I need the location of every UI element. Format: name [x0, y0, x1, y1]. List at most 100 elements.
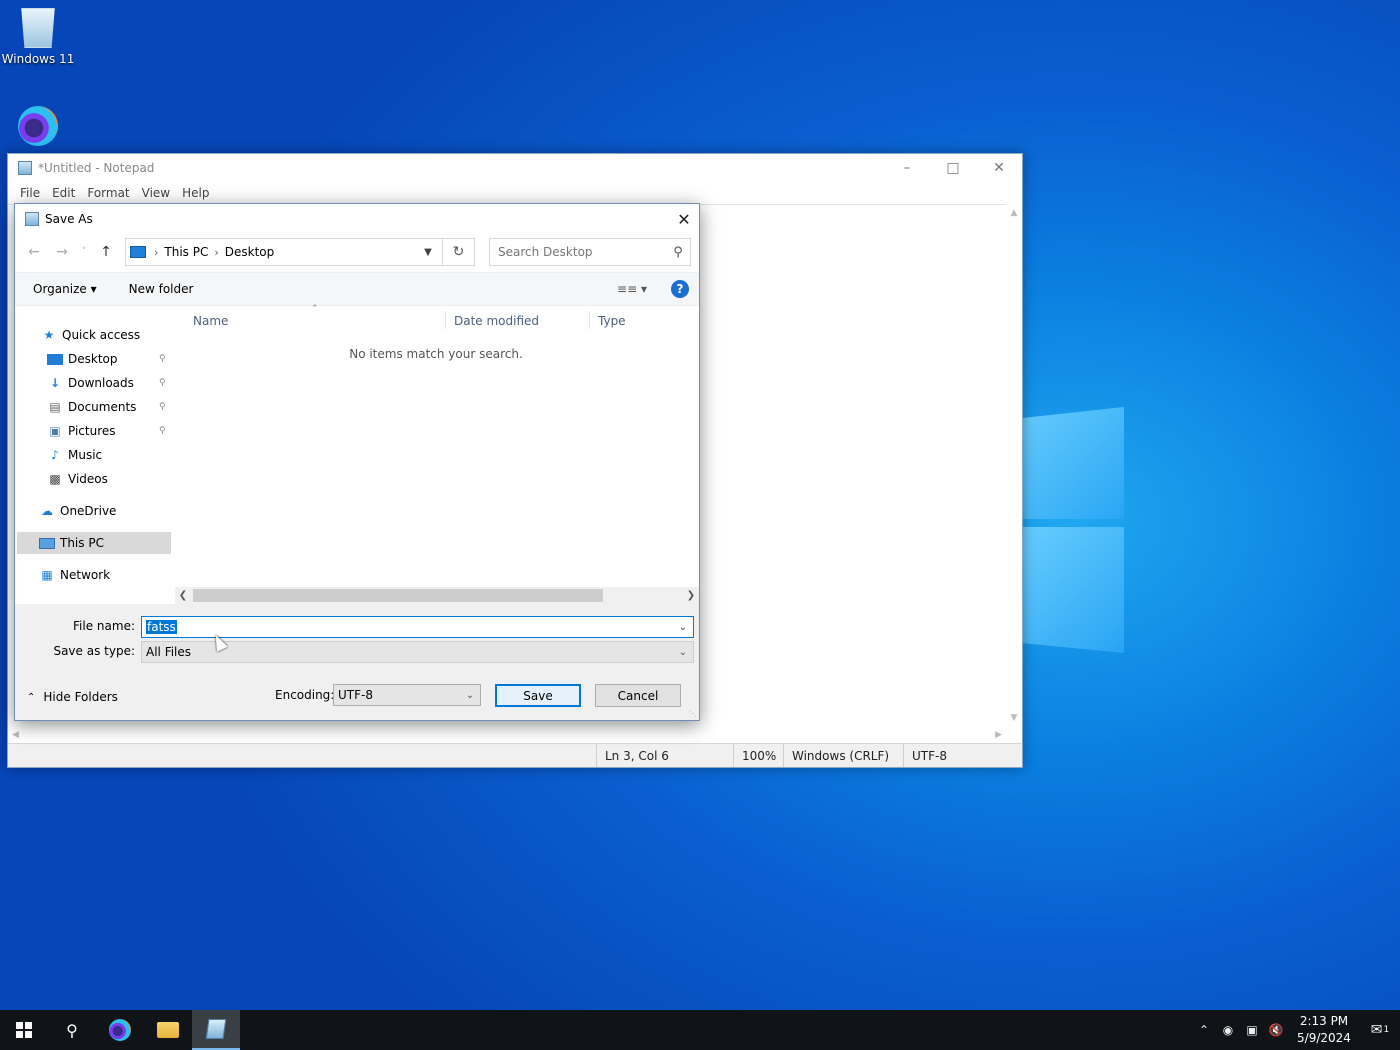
dialog-title: Save As [45, 212, 93, 226]
save-button[interactable]: Save [495, 684, 581, 707]
address-bar[interactable]: › This PC › Desktop ▼ ↻ [125, 238, 475, 266]
pin-icon[interactable]: ⚲ [159, 378, 166, 388]
firefox-icon [18, 106, 58, 146]
file-list-horizontal-scrollbar[interactable]: ❮ ❯ [175, 587, 699, 604]
nav-item-desktop[interactable]: Desktop ⚲ [47, 348, 173, 370]
scroll-up-arrow-icon[interactable]: ▲ [1006, 208, 1022, 218]
encoding-select[interactable]: UTF-8 ⌄ [333, 684, 481, 706]
up-arrow-icon[interactable]: ↑ [93, 239, 119, 265]
taskbar-search-button[interactable]: ⚲ [48, 1010, 96, 1050]
nav-item-music[interactable]: ♪ Music [47, 444, 102, 466]
file-list[interactable]: ⌃ Name Date modified Type No items match… [173, 304, 699, 604]
this-pc-icon [130, 246, 146, 258]
nav-onedrive[interactable]: ☁ OneDrive [39, 500, 116, 522]
close-button[interactable]: ✕ [976, 154, 1022, 182]
music-note-icon: ♪ [51, 448, 59, 462]
recent-locations-chevron-icon[interactable]: ˅ [77, 239, 91, 265]
start-button[interactable] [0, 1010, 48, 1050]
file-name-value: fatss [146, 620, 177, 634]
nav-this-pc[interactable]: This PC [17, 532, 171, 554]
resize-grip-icon[interactable]: ⋱ [689, 709, 697, 718]
forward-arrow-icon[interactable]: → [49, 239, 75, 265]
breadcrumb-separator-icon[interactable]: › [212, 246, 220, 259]
column-header-name[interactable]: Name [193, 311, 228, 331]
nav-item-downloads[interactable]: ↓ Downloads ⚲ [47, 372, 173, 394]
scroll-down-arrow-icon[interactable]: ▼ [1006, 713, 1022, 723]
notepad-title-bar[interactable]: *Untitled - Notepad – □ ✕ [8, 154, 1022, 182]
chevron-down-icon[interactable]: ⌄ [673, 622, 693, 633]
minimize-button[interactable]: – [884, 154, 930, 182]
file-name-input[interactable]: fatss ⌄ [141, 616, 694, 638]
nav-item-videos[interactable]: ▩ Videos [47, 468, 108, 490]
status-zoom: 100% [733, 744, 783, 767]
scroll-left-arrow-icon[interactable]: ◀ [12, 730, 19, 740]
desktop-icon-recycle-bin[interactable]: Windows 11 [0, 8, 76, 66]
picture-icon: ▣ [49, 424, 61, 438]
scroll-right-arrow-icon[interactable]: ❯ [683, 587, 699, 604]
show-hidden-icons-chevron-icon[interactable]: ⌃ [1192, 1023, 1216, 1037]
notification-count: 1 [1383, 1025, 1390, 1035]
desktop-icon-firefox[interactable] [0, 106, 76, 150]
taskbar-clock[interactable]: 2:13 PM 5/9/2024 [1288, 1013, 1360, 1047]
help-icon[interactable]: ? [671, 280, 689, 298]
clock-time: 2:13 PM [1299, 1014, 1349, 1028]
organize-button[interactable]: Organize ▾ [33, 282, 97, 296]
scroll-right-arrow-icon[interactable]: ▶ [995, 730, 1002, 740]
pin-icon[interactable]: ⚲ [159, 426, 166, 436]
breadcrumb-desktop[interactable]: Desktop [221, 245, 279, 259]
nav-network[interactable]: ▦ Network [39, 564, 110, 586]
chevron-down-icon[interactable]: ⌄ [460, 690, 480, 701]
meet-now-icon[interactable]: ◉ [1216, 1023, 1240, 1037]
menu-view[interactable]: View [136, 186, 176, 200]
notepad-vertical-scrollbar[interactable]: ▲ ▼ [1006, 204, 1022, 727]
search-input[interactable]: Search Desktop ⚲ [489, 238, 691, 266]
nav-item-pictures[interactable]: ▣ Pictures ⚲ [47, 420, 173, 442]
firefox-icon [109, 1019, 131, 1041]
taskbar: ⚲ ⌃ ◉ ▣ 🔇 2:13 PM 5/9/2024 ✉ 1 [0, 1010, 1400, 1050]
menu-help[interactable]: Help [176, 186, 215, 200]
menu-edit[interactable]: Edit [46, 186, 81, 200]
network-icon[interactable]: ▣ [1240, 1023, 1264, 1037]
action-center-button[interactable]: ✉ 1 [1360, 1010, 1400, 1050]
encoding-label: Encoding: [275, 688, 335, 702]
change-view-button[interactable]: ≡≡ ▾ [617, 282, 647, 296]
dialog-close-button[interactable]: ✕ [669, 204, 699, 234]
status-encoding: UTF-8 [903, 744, 1022, 767]
pin-icon[interactable]: ⚲ [159, 402, 166, 412]
scrollbar-thumb[interactable] [193, 589, 603, 602]
column-header-type[interactable]: Type [598, 311, 626, 331]
taskbar-file-explorer[interactable] [144, 1010, 192, 1050]
address-dropdown-chevron-icon[interactable]: ▼ [414, 247, 442, 258]
cloud-icon: ☁ [41, 504, 53, 518]
volume-muted-icon[interactable]: 🔇 [1264, 1023, 1288, 1037]
clock-date: 5/9/2024 [1297, 1031, 1351, 1045]
search-icon: ⚲ [673, 244, 683, 260]
nav-item-documents[interactable]: ▤ Documents ⚲ [47, 396, 173, 418]
pin-icon[interactable]: ⚲ [159, 354, 166, 364]
film-icon: ▩ [49, 472, 61, 486]
windows-logo-wallpaper [1020, 395, 1130, 660]
cancel-button[interactable]: Cancel [595, 684, 681, 707]
navigation-pane: ★ Quick access Desktop ⚲ ↓ Downloads ⚲ ▤… [15, 307, 173, 604]
chevron-down-icon[interactable]: ⌄ [673, 647, 693, 658]
refresh-icon[interactable]: ↻ [442, 239, 474, 265]
search-icon: ⚲ [66, 1020, 78, 1040]
status-cursor-position: Ln 3, Col 6 [596, 744, 733, 767]
taskbar-notepad[interactable] [192, 1010, 240, 1050]
taskbar-firefox[interactable] [96, 1010, 144, 1050]
hide-folders-button[interactable]: ⌃ Hide Folders [27, 690, 118, 704]
maximize-button[interactable]: □ [930, 154, 976, 182]
notepad-horizontal-scrollbar[interactable]: ◀ ▶ [8, 727, 1006, 743]
new-folder-button[interactable]: New folder [129, 282, 194, 296]
scroll-left-arrow-icon[interactable]: ❮ [175, 587, 191, 604]
menu-format[interactable]: Format [81, 186, 135, 200]
dialog-title-bar[interactable]: Save As ✕ [15, 204, 699, 234]
breadcrumb-separator-icon[interactable]: › [152, 246, 160, 259]
column-header-date-modified[interactable]: Date modified [454, 311, 539, 331]
menu-file[interactable]: File [14, 186, 46, 200]
save-as-type-label: Save as type: [53, 644, 135, 658]
breadcrumb-this-pc[interactable]: This PC [160, 245, 212, 259]
back-arrow-icon[interactable]: ← [21, 239, 47, 265]
dialog-bottom-panel: File name: fatss ⌄ Save as type: All Fil… [15, 604, 699, 720]
nav-quick-access[interactable]: ★ Quick access [41, 324, 141, 346]
